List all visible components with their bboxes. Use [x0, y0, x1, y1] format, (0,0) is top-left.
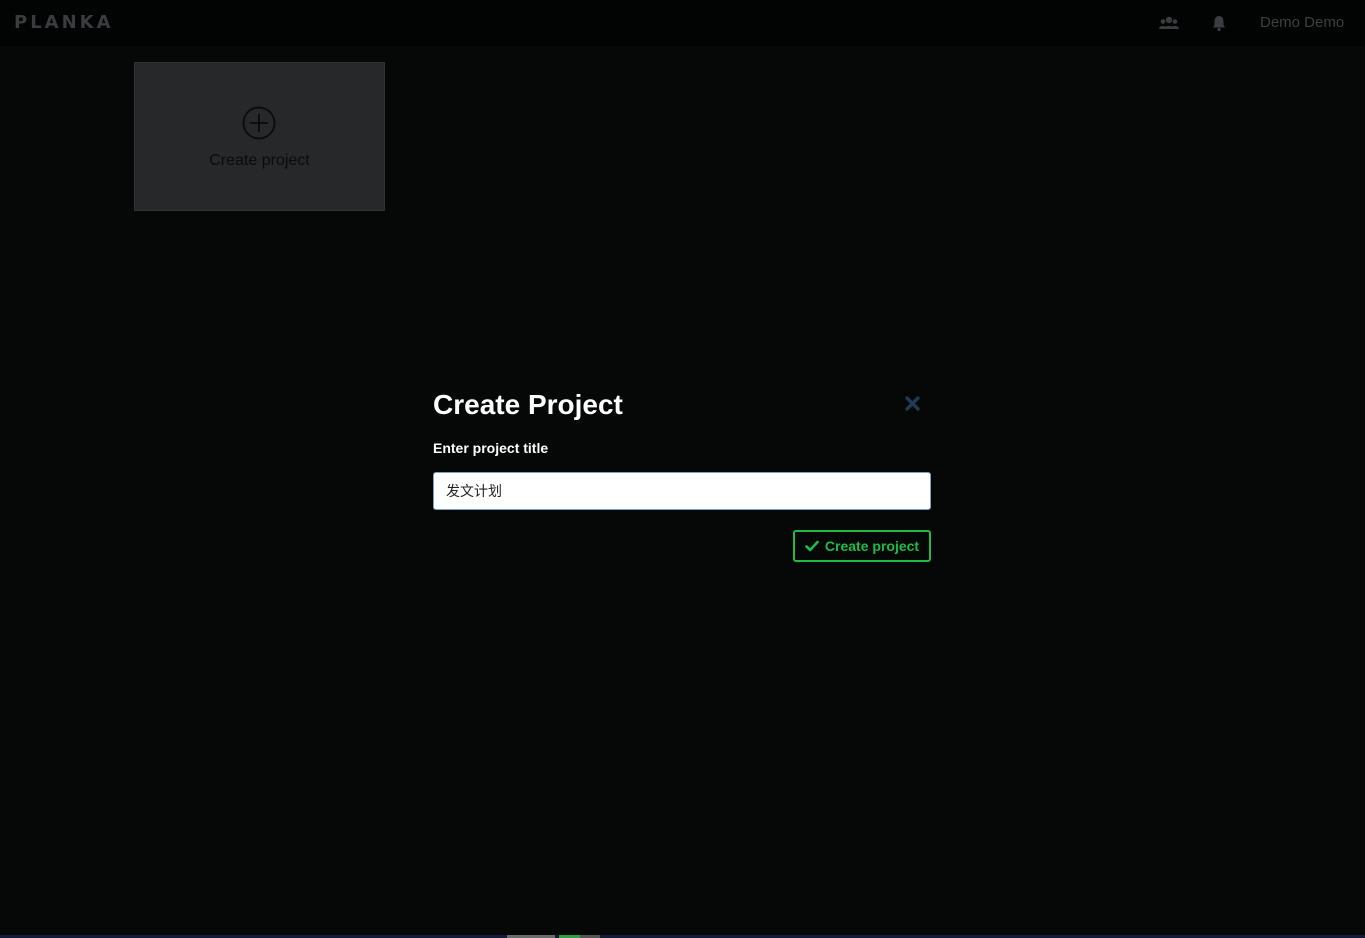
- create-project-button-label: Create project: [824, 538, 920, 554]
- close-icon[interactable]: [903, 394, 922, 413]
- user-menu[interactable]: Demo Demo: [1260, 14, 1344, 31]
- modal-title: Create Project: [433, 389, 623, 420]
- users-icon[interactable]: [1158, 14, 1179, 32]
- plus-circle-icon: [242, 106, 276, 140]
- project-title-label: Enter project title: [433, 440, 549, 456]
- create-project-card[interactable]: Create project: [134, 62, 385, 211]
- create-project-card-label: Create project: [209, 152, 310, 169]
- top-header: PLANKA Demo Demo: [0, 0, 1365, 46]
- project-title-input[interactable]: [433, 472, 931, 510]
- check-icon: [805, 540, 819, 552]
- logo[interactable]: PLANKA: [14, 12, 114, 33]
- app-root: PLANKA Demo Demo Create project Create P…: [0, 0, 1365, 938]
- create-project-button[interactable]: Create project: [793, 530, 931, 562]
- bell-icon[interactable]: [1210, 14, 1230, 32]
